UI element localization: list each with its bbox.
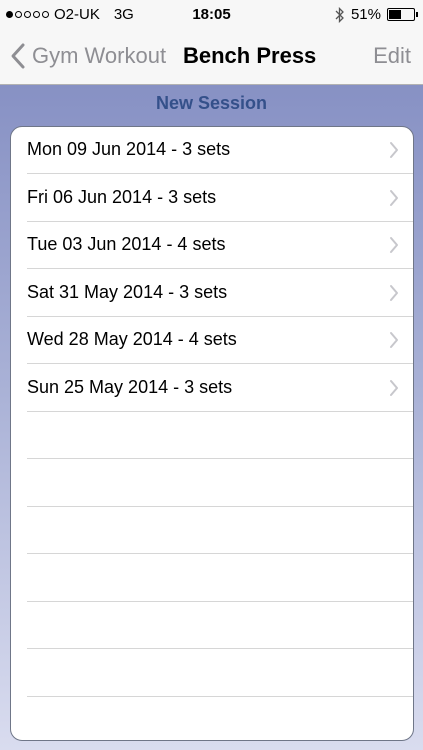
empty-row	[27, 697, 413, 740]
back-label: Gym Workout	[32, 43, 167, 68]
battery-icon	[387, 8, 418, 21]
status-bar: O2-UK 3G 18:05 51%	[0, 0, 423, 30]
list-item[interactable]: Tue 03 Jun 2014 - 4 sets	[27, 222, 413, 269]
status-right: 51%	[335, 6, 418, 23]
empty-row	[27, 602, 413, 649]
empty-row	[27, 650, 413, 697]
empty-row	[27, 507, 413, 554]
empty-row	[27, 555, 413, 602]
empty-row	[27, 460, 413, 507]
list-item-label: Sun 25 May 2014 - 3 sets	[27, 376, 233, 397]
list-item-label: Sat 31 May 2014 - 3 sets	[27, 281, 228, 302]
chevron-right-icon	[390, 379, 398, 396]
edit-button[interactable]: Edit	[373, 43, 411, 69]
chevron-right-icon	[390, 284, 398, 301]
bluetooth-icon	[335, 6, 344, 23]
list-item[interactable]: Mon 09 Jun 2014 - 3 sets	[27, 127, 413, 174]
chevron-right-icon	[390, 332, 398, 348]
battery-tip	[416, 12, 418, 17]
battery-percent: 51%	[350, 6, 381, 23]
list-item-label: Mon 09 Jun 2014 - 3 sets	[27, 139, 231, 159]
navigation-bar: Gym Workout Bench Press Edit	[0, 30, 423, 85]
list-item-label: Tue 03 Jun 2014 - 4 sets	[27, 234, 226, 254]
new-session-button[interactable]: New Session	[0, 93, 423, 114]
chevron-right-icon	[390, 237, 398, 253]
list-item[interactable]: Wed 28 May 2014 - 4 sets	[27, 317, 413, 364]
list-item[interactable]: Sun 25 May 2014 - 3 sets	[27, 365, 413, 412]
list-item-label: Wed 28 May 2014 - 4 sets	[27, 329, 237, 349]
chevron-right-icon	[390, 189, 398, 206]
page-title: Bench Press	[183, 43, 317, 68]
chevron-right-icon	[390, 142, 398, 158]
empty-row	[27, 412, 413, 459]
sessions-list: Mon 09 Jun 2014 - 3 sets Fri 06 Jun 2014 …	[10, 126, 414, 741]
chevron-left-icon	[11, 43, 25, 69]
list-item[interactable]: Fri 06 Jun 2014 - 3 sets	[27, 175, 413, 222]
back-button[interactable]: Gym Workout	[8, 42, 166, 70]
battery-fill	[389, 10, 402, 19]
list-item[interactable]: Sat 31 May 2014 - 3 sets	[27, 270, 413, 317]
list-item-label: Fri 06 Jun 2014 - 3 sets	[27, 186, 217, 207]
